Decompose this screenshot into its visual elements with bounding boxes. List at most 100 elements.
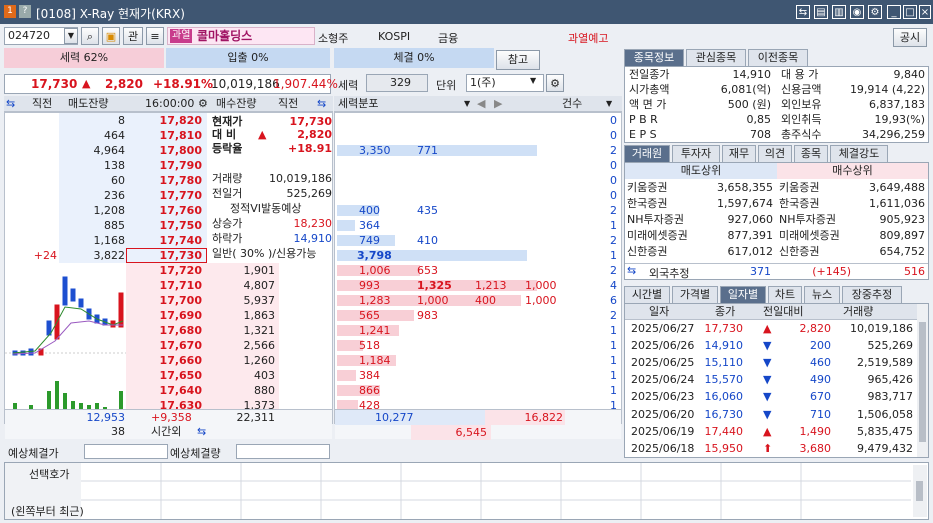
- settings-icon[interactable]: ⚙: [868, 5, 882, 19]
- print-icon[interactable]: ▥: [832, 5, 846, 19]
- broker-sell-name[interactable]: NH투자증권: [627, 212, 684, 227]
- bid-qty[interactable]: 4,807: [207, 278, 276, 293]
- broker-buy-name[interactable]: NH투자증권: [779, 212, 836, 227]
- broker-buy-name[interactable]: 미래에셋증권: [779, 228, 840, 243]
- tab-tabs1-1[interactable]: 관심종목: [686, 49, 746, 66]
- broker-buy-name[interactable]: 키움증권: [779, 180, 819, 195]
- print-small-icon[interactable]: ≡: [146, 27, 164, 45]
- notice-button[interactable]: 공시: [893, 28, 927, 47]
- ask-price[interactable]: 17,760: [126, 203, 202, 218]
- ask-qty[interactable]: 3,822: [59, 248, 126, 263]
- bid-price[interactable]: 17,710: [126, 278, 202, 293]
- broker-buy-name[interactable]: 한국증권: [779, 196, 819, 211]
- restore-button[interactable]: □: [903, 5, 917, 19]
- bid-price[interactable]: 17,650: [126, 368, 202, 383]
- broker-sell-name[interactable]: 한국증권: [627, 196, 667, 211]
- after-hours-icon[interactable]: ⇆: [197, 424, 206, 439]
- prev-arrow-icon[interactable]: ⇆: [6, 96, 15, 112]
- bid-qty[interactable]: 1,321: [207, 323, 276, 338]
- unit-dropdown-icon[interactable]: ▼: [530, 76, 536, 85]
- daily-date[interactable]: 2025/06/25: [631, 355, 694, 370]
- bid-qty[interactable]: 1,901: [207, 263, 276, 278]
- unit-settings-icon[interactable]: ⚙: [546, 74, 564, 92]
- tab-tabs2-1[interactable]: 투자자: [672, 145, 720, 162]
- tab-tabs2-5[interactable]: 체결강도: [830, 145, 888, 162]
- tab-tabs2-4[interactable]: 종목: [794, 145, 828, 162]
- save-icon[interactable]: ▤: [814, 5, 828, 19]
- bid-qty[interactable]: 5,937: [207, 293, 276, 308]
- bid-price[interactable]: 17,640: [126, 383, 202, 398]
- bid-qty[interactable]: 880: [207, 383, 275, 398]
- bid-price[interactable]: 17,720: [126, 263, 202, 278]
- ask-qty[interactable]: 885: [59, 218, 125, 233]
- daily-date[interactable]: 2025/06/19: [631, 424, 694, 439]
- tab-tabs3-0[interactable]: 시간별: [624, 286, 670, 303]
- daily-date[interactable]: 2025/06/23: [631, 389, 694, 404]
- clock-icon[interactable]: ⚙: [198, 96, 208, 112]
- bid-qty[interactable]: 2,566: [207, 338, 276, 353]
- daily-scrollbar-thumb[interactable]: [919, 322, 926, 442]
- help-icon[interactable]: ?: [19, 5, 31, 18]
- ask-qty[interactable]: 138: [59, 158, 125, 173]
- link-icon[interactable]: ⇆: [796, 5, 810, 19]
- ask-qty[interactable]: 464: [59, 128, 125, 143]
- capture-icon[interactable]: ◉: [850, 5, 864, 19]
- broker-buy-name[interactable]: 신한증권: [779, 244, 819, 259]
- count-dropdown-icon[interactable]: ▼: [606, 96, 612, 112]
- folder-icon[interactable]: ▣: [102, 27, 120, 45]
- tab-tabs3-2[interactable]: 일자별: [720, 286, 766, 303]
- ask-price[interactable]: 17,750: [126, 218, 202, 233]
- ask-qty[interactable]: 4,964: [59, 143, 126, 158]
- bid-price[interactable]: 17,680: [126, 323, 202, 338]
- tab-tabs3-3[interactable]: 차트: [768, 286, 802, 303]
- flow-next-icon[interactable]: ▶: [494, 96, 502, 112]
- flow-dropdown-icon[interactable]: ▼: [464, 96, 470, 112]
- close-button[interactable]: ×: [919, 5, 931, 19]
- tab-tabs1-0[interactable]: 종목정보: [624, 49, 684, 66]
- broker-sell-name[interactable]: 신한증권: [627, 244, 667, 259]
- ask-price[interactable]: 17,740: [126, 233, 202, 248]
- bid-qty[interactable]: 1,863: [207, 308, 276, 323]
- ask-qty[interactable]: 1,168: [59, 233, 126, 248]
- broker-sell-name[interactable]: 미래에셋증권: [627, 228, 688, 243]
- tab-tabs3-4[interactable]: 뉴스: [804, 286, 840, 303]
- bid-price[interactable]: 17,700: [126, 293, 202, 308]
- ask-price[interactable]: 17,790: [126, 158, 202, 173]
- next-arrow-icon[interactable]: ⇆: [317, 96, 326, 112]
- code-dropdown-icon[interactable]: ▼: [64, 28, 78, 44]
- bid-price[interactable]: 17,660: [126, 353, 202, 368]
- daily-date[interactable]: 2025/06/26: [631, 338, 694, 353]
- daily-date[interactable]: 2025/06/18: [631, 441, 694, 456]
- power-stepper[interactable]: 329: [366, 74, 428, 92]
- minimize-button[interactable]: _: [887, 5, 901, 19]
- daily-scrollbar[interactable]: [917, 304, 928, 457]
- ask-price[interactable]: 17,810: [126, 128, 202, 143]
- ask-qty[interactable]: 236: [59, 188, 125, 203]
- ask-price[interactable]: 17,800: [126, 143, 202, 158]
- daily-date[interactable]: 2025/06/27: [631, 321, 694, 336]
- ask-price[interactable]: 17,770: [126, 188, 202, 203]
- ask-price[interactable]: 17,780: [126, 173, 202, 188]
- tab-tabs2-0[interactable]: 거래원: [624, 145, 670, 162]
- kwan-button[interactable]: 관: [123, 27, 143, 45]
- reference-button[interactable]: 참고: [496, 50, 540, 70]
- bid-price[interactable]: 17,670: [126, 338, 202, 353]
- tab-tabs1-2[interactable]: 이전종목: [748, 49, 808, 66]
- ask-qty[interactable]: 60: [59, 173, 125, 188]
- flow-prev-icon[interactable]: ◀: [477, 96, 485, 112]
- tab-tabs2-2[interactable]: 재무: [722, 145, 756, 162]
- search-icon[interactable]: ⌕: [81, 27, 99, 45]
- scrollbar-thumb[interactable]: [916, 481, 923, 501]
- bid-qty[interactable]: 403: [207, 368, 275, 383]
- ask-qty[interactable]: 8: [59, 113, 125, 128]
- daily-date[interactable]: 2025/06/20: [631, 407, 694, 422]
- tab-tabs3-1[interactable]: 가격별: [672, 286, 718, 303]
- bid-price[interactable]: 17,690: [126, 308, 202, 323]
- tab-tabs2-3[interactable]: 의견: [758, 145, 792, 162]
- broker-sell-name[interactable]: 키움증권: [627, 180, 667, 195]
- ask-qty[interactable]: 1,208: [59, 203, 126, 218]
- foreign-icon[interactable]: ⇆: [627, 264, 636, 277]
- quote-scrollbar[interactable]: [913, 465, 927, 517]
- ask-price[interactable]: 17,820: [126, 113, 202, 128]
- tab-tabs3-5[interactable]: 장중추정: [842, 286, 902, 303]
